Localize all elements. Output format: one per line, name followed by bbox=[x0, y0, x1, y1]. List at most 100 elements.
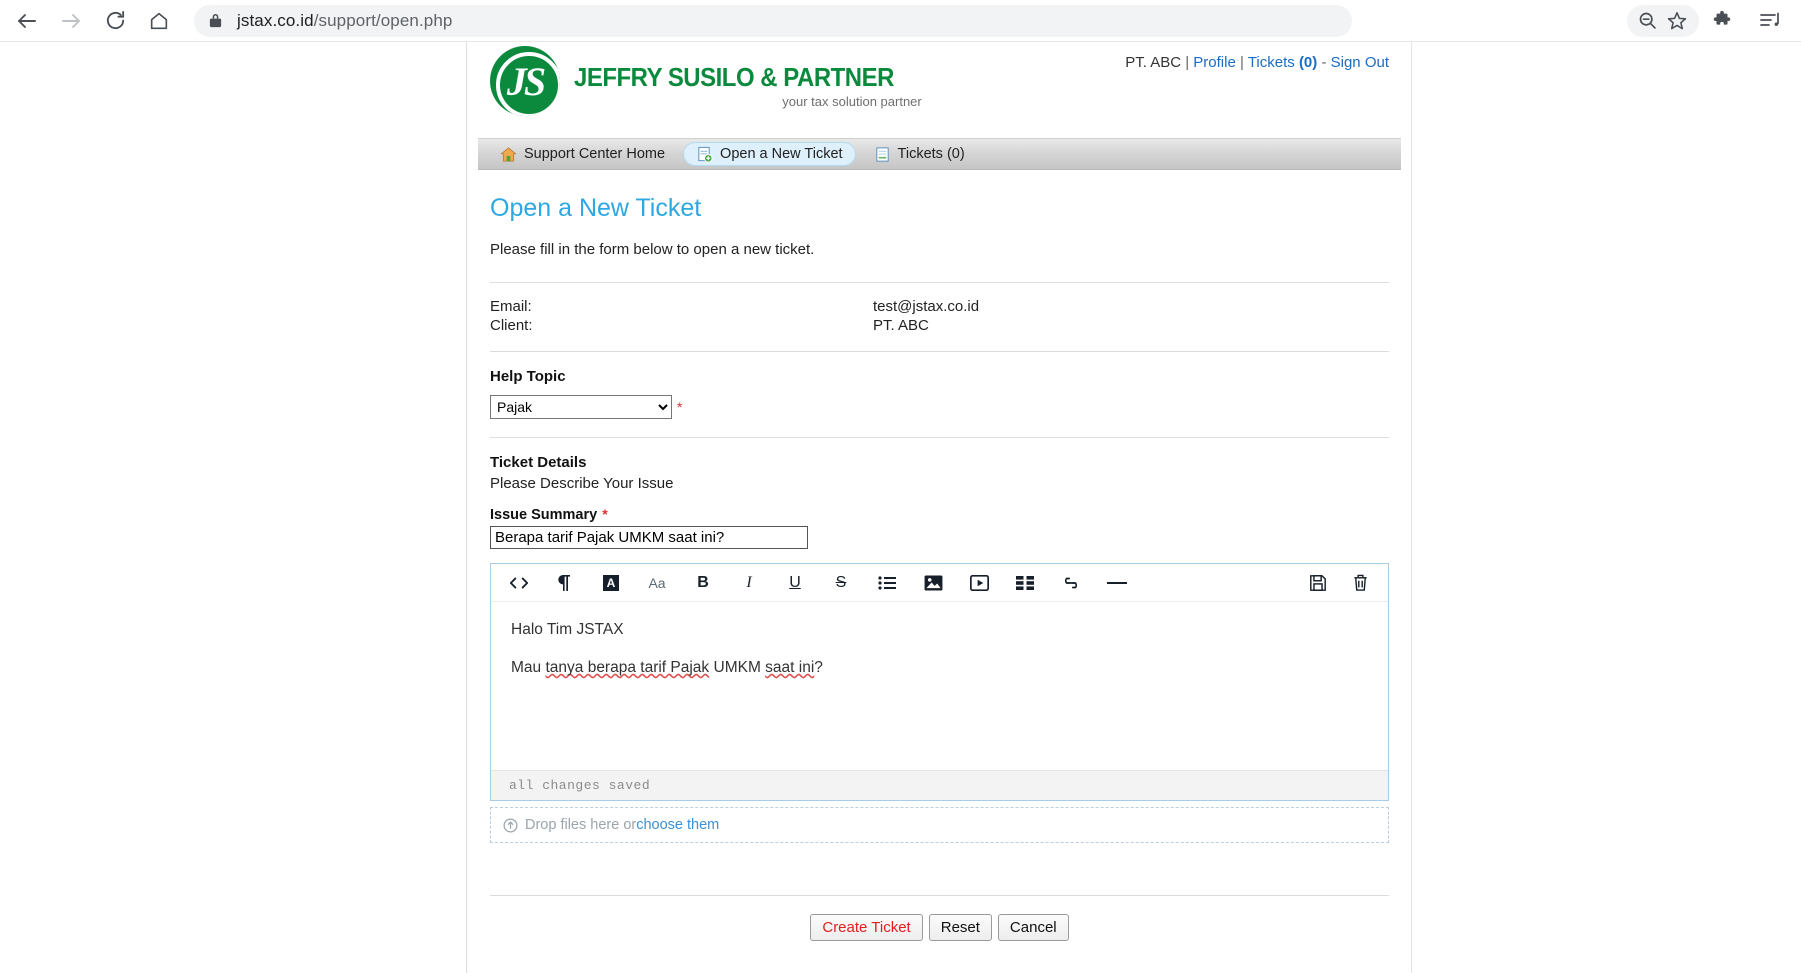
italic-icon[interactable]: I bbox=[735, 570, 763, 596]
logo-circle-icon: JS bbox=[490, 46, 560, 116]
email-label: Email: bbox=[490, 298, 532, 315]
save-icon[interactable] bbox=[1304, 570, 1332, 596]
email-value: test@jstax.co.id bbox=[873, 298, 980, 315]
help-topic-heading: Help Topic bbox=[490, 368, 566, 385]
address-bar[interactable]: jstax.co.id/support/open.php bbox=[194, 4, 1352, 37]
editor-text-a: Mau bbox=[511, 659, 546, 676]
ticket-details-section: Ticket Details Please Describe Your Issu… bbox=[490, 438, 1389, 861]
logo-monogram: JS bbox=[506, 58, 546, 104]
nav-tab-support-center-home[interactable]: Support Center Home bbox=[488, 142, 677, 166]
issue-summary-label-row: Issue Summary * bbox=[490, 506, 1389, 523]
sign-out-link[interactable]: Sign Out bbox=[1331, 54, 1389, 71]
nav-tab-label: Open a New Ticket bbox=[720, 146, 843, 162]
profile-link[interactable]: Profile bbox=[1193, 54, 1236, 71]
create-ticket-button[interactable]: Create Ticket bbox=[810, 914, 923, 941]
reload-icon[interactable] bbox=[98, 4, 132, 38]
horizontal-rule-icon[interactable] bbox=[1103, 570, 1131, 596]
editor-status-bar: all changes saved bbox=[491, 770, 1388, 800]
editor-paragraph-1: Halo Tim JSTAX bbox=[511, 621, 624, 638]
nav-tab-label: Tickets (0) bbox=[897, 146, 965, 162]
tickets-link-label: Tickets bbox=[1247, 54, 1295, 71]
choose-files-link[interactable]: choose them bbox=[636, 817, 719, 833]
nav-tab-open-a-new-ticket[interactable]: Open a New Ticket bbox=[683, 142, 856, 166]
issue-summary-label: Issue Summary bbox=[490, 507, 598, 523]
tickets-link[interactable]: Tickets (0) bbox=[1248, 54, 1317, 71]
tickets-count: (0) bbox=[1298, 54, 1318, 71]
page-content: Open a New Ticket Please fill in the for… bbox=[468, 170, 1411, 967]
user-bar-separator-2: | bbox=[1240, 54, 1244, 71]
strikethrough-icon[interactable]: S bbox=[827, 570, 855, 596]
logo-company-name: JEFFRY SUSILO & PARTNER bbox=[574, 62, 894, 92]
home-icon[interactable] bbox=[142, 4, 176, 38]
url-host: jstax.co.id bbox=[237, 10, 314, 30]
nav-tab-label: Support Center Home bbox=[524, 146, 666, 162]
issue-summary-required-marker: * bbox=[602, 506, 608, 522]
text-color-icon[interactable]: A bbox=[597, 570, 625, 596]
browser-actions bbox=[1627, 0, 1801, 42]
url-path: /support/open.php bbox=[313, 10, 453, 30]
dropzone-text: Drop files here or bbox=[525, 817, 637, 833]
logo-wordmark: JEFFRY SUSILO & PARTNER your tax solutio… bbox=[574, 46, 922, 109]
ticket-details-subheading: Please Describe Your Issue bbox=[490, 475, 674, 492]
page-margin-left bbox=[0, 42, 467, 973]
zoom-indicator[interactable] bbox=[1627, 4, 1699, 37]
user-bar: PT. ABC | Profile | Tickets (0) - Sign O… bbox=[1125, 54, 1389, 71]
site-header: JS JEFFRY SUSILO & PARTNER your tax solu… bbox=[468, 42, 1411, 138]
bullet-list-icon[interactable] bbox=[873, 570, 901, 596]
site-container: JS JEFFRY SUSILO & PARTNER your tax solu… bbox=[468, 42, 1411, 973]
new-document-icon bbox=[696, 146, 713, 163]
ticket-details-heading: Ticket Details bbox=[490, 454, 587, 471]
editor-text-misspelled-2: saat ini bbox=[765, 659, 815, 676]
help-topic-required-marker: * bbox=[677, 399, 683, 415]
editor-text-misspelled-1: tanya berapa tarif Pajak bbox=[545, 659, 710, 676]
page-margin-right bbox=[1411, 42, 1801, 973]
image-icon[interactable] bbox=[919, 570, 947, 596]
back-arrow-icon[interactable] bbox=[10, 4, 44, 38]
bold-icon[interactable]: B bbox=[689, 570, 717, 596]
address-bar-text: jstax.co.id/support/open.php bbox=[237, 11, 452, 31]
forward-arrow-icon[interactable] bbox=[54, 4, 88, 38]
font-size-icon[interactable]: Aa bbox=[643, 570, 671, 596]
help-topic-select[interactable]: Pajak bbox=[490, 395, 672, 419]
browser-toolbar: jstax.co.id/support/open.php bbox=[0, 0, 1801, 42]
editor-toolbar: A Aa B I U S bbox=[491, 564, 1388, 602]
page-intro-text: Please fill in the form below to open a … bbox=[490, 241, 815, 258]
document-icon bbox=[874, 146, 891, 163]
logo-tagline: your tax solution partner bbox=[782, 94, 922, 109]
info-row-email: Email: test@jstax.co.id bbox=[490, 297, 1389, 316]
form-actions: Create Ticket Reset Cancel bbox=[490, 896, 1389, 967]
editor-text-e: ? bbox=[814, 659, 823, 676]
zoom-out-icon[interactable] bbox=[1633, 7, 1661, 35]
requester-info: Email: test@jstax.co.id Client: PT. ABC bbox=[490, 283, 1389, 351]
client-label: Client: bbox=[490, 317, 533, 334]
reading-list-icon[interactable] bbox=[1753, 4, 1787, 38]
underline-icon[interactable]: U bbox=[781, 570, 809, 596]
page-viewport: JS JEFFRY SUSILO & PARTNER your tax solu… bbox=[0, 42, 1801, 973]
puzzle-piece-icon[interactable] bbox=[1705, 4, 1739, 38]
star-icon[interactable] bbox=[1661, 7, 1693, 35]
issue-summary-input[interactable] bbox=[490, 526, 808, 549]
help-topic-section: Help Topic Pajak * bbox=[490, 352, 1389, 437]
link-icon[interactable] bbox=[1057, 570, 1085, 596]
site-logo[interactable]: JS JEFFRY SUSILO & PARTNER your tax solu… bbox=[490, 46, 922, 116]
reset-button[interactable]: Reset bbox=[928, 914, 992, 941]
rich-text-editor: A Aa B I U S Halo Tim JSTAX Mau tanya be… bbox=[490, 563, 1389, 801]
requester-info-table: Email: test@jstax.co.id Client: PT. ABC bbox=[490, 297, 1389, 335]
lock-icon bbox=[208, 12, 223, 29]
cancel-button[interactable]: Cancel bbox=[997, 914, 1069, 941]
video-icon[interactable] bbox=[965, 570, 993, 596]
editor-paragraph-2: Mau tanya berapa tarif Pajak UMKM saat i… bbox=[511, 658, 1368, 678]
pilcrow-icon[interactable] bbox=[551, 570, 579, 596]
editor-content-area[interactable]: Halo Tim JSTAX Mau tanya berapa tarif Pa… bbox=[491, 602, 1388, 770]
code-icon[interactable] bbox=[505, 570, 533, 596]
nav-tab-tickets[interactable]: Tickets (0) bbox=[862, 142, 977, 166]
trash-icon[interactable] bbox=[1346, 570, 1374, 596]
user-bar-dash: - bbox=[1321, 54, 1327, 71]
main-navigation: Support Center Home Open a New Ticket Ti… bbox=[478, 138, 1401, 170]
upload-circle-icon bbox=[503, 818, 518, 833]
user-bar-separator-1: | bbox=[1185, 54, 1190, 71]
info-row-client: Client: PT. ABC bbox=[490, 316, 1389, 335]
file-dropzone[interactable]: Drop files here or choose them bbox=[490, 807, 1389, 843]
table-icon[interactable] bbox=[1011, 570, 1039, 596]
editor-text-c: UMKM bbox=[709, 659, 766, 676]
